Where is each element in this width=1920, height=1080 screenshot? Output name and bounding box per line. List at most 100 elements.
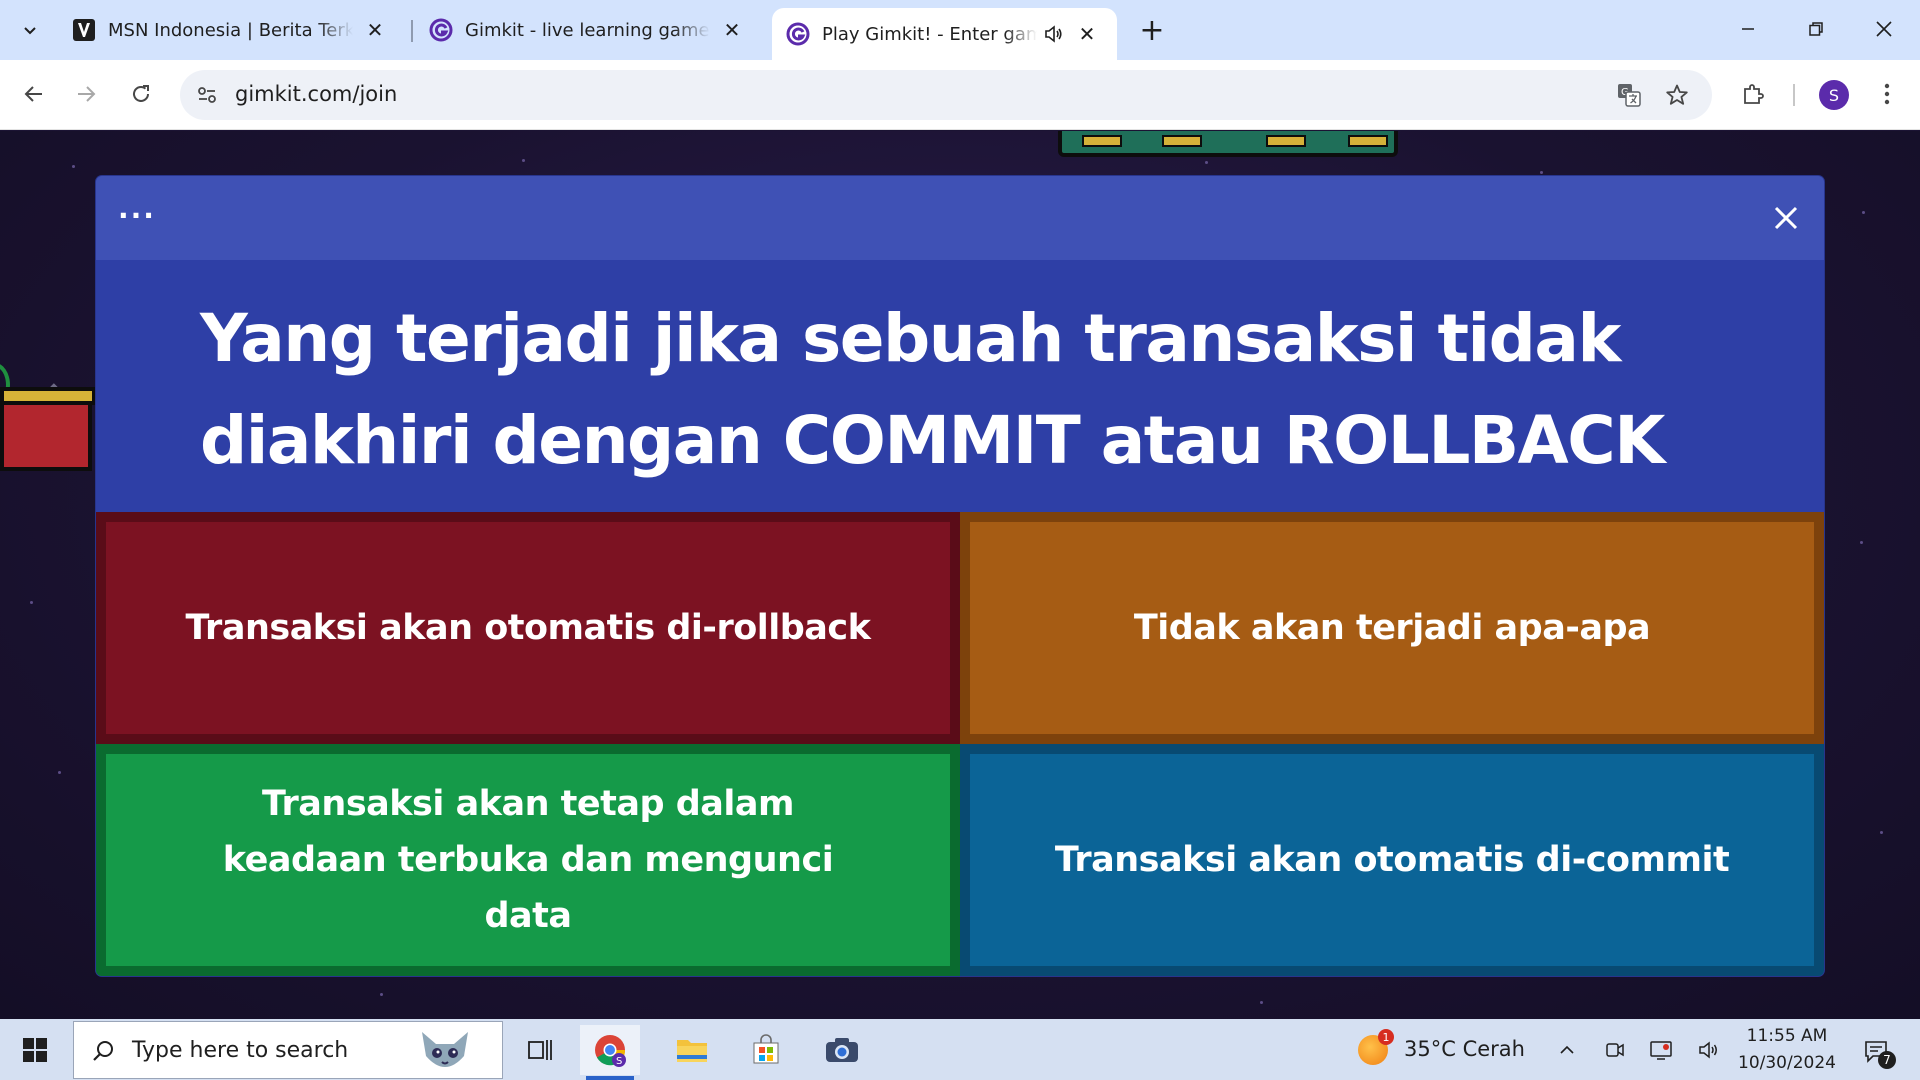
window-close-button[interactable] [1854,6,1914,52]
browser-menu-button[interactable] [1867,74,1907,114]
show-hidden-icons-button[interactable] [1550,1033,1584,1067]
task-view-icon [528,1040,552,1060]
answer-option-3[interactable]: Transaksi akan tetap dalam keadaan terbu… [96,744,960,976]
reload-icon [133,85,149,102]
minimize-icon [1742,28,1754,30]
answer-label: Transaksi akan otomatis di-rollback [185,608,871,648]
speaker-icon[interactable] [1041,22,1065,46]
weather-badge: 1 [1378,1029,1394,1045]
windows-logo-icon [23,1037,47,1062]
background-star [380,993,383,996]
camera-icon [826,1038,858,1062]
clock-date: 10/30/2024 [1738,1053,1836,1073]
platform-slot [1348,135,1388,147]
microsoft-store-icon [753,1034,779,1064]
background-platform [1058,131,1398,157]
search-icon [88,1036,118,1066]
question-card-header: ... [96,176,1824,260]
taskbar-chrome[interactable]: S [580,1025,640,1080]
restore-icon [1809,22,1823,36]
taskbar-search-box[interactable]: Type here to search [73,1021,503,1079]
browser-toolbar: gimkit.com/join G S [0,60,1920,130]
reload-button[interactable] [121,74,161,114]
address-bar[interactable]: gimkit.com/join G [180,70,1712,120]
close-icon [1876,21,1892,37]
tab-close-icon[interactable]: ✕ [720,18,744,42]
more-options-button[interactable]: ... [118,192,156,225]
background-star [1880,831,1883,834]
task-view-button[interactable] [510,1025,570,1075]
restore-button[interactable] [1786,6,1846,52]
gimkit-icon [786,22,810,46]
background-star [522,159,525,162]
site-info-icon[interactable] [192,80,222,110]
back-button[interactable] [14,74,54,114]
browser-tabstrip: MSN Indonesia | Berita Terkini Hari Ini … [0,0,1920,60]
bookmark-star-icon[interactable] [1662,80,1692,110]
notification-center-button[interactable]: 7 [1856,1031,1896,1071]
tab-gimkit[interactable]: Gimkit - live learning game show ✕ [415,8,758,52]
tab-play-gimkit[interactable]: Play Gimkit! - Enter game code ✕ [772,8,1117,60]
close-icon [1774,206,1798,230]
start-button[interactable] [0,1019,70,1080]
answer-option-1[interactable]: Transaksi akan otomatis di-rollback [96,512,960,744]
profile-avatar[interactable]: S [1819,80,1849,110]
taskbar-microsoft-store[interactable] [736,1025,796,1075]
background-star [58,771,61,774]
background-star [1540,171,1543,174]
tab-title: MSN Indonesia | Berita Terkini Hari Ini [108,19,353,41]
windows-taskbar: Type here to search S 1 35°C Cerah 11:55… [0,1019,1920,1080]
new-tab-button[interactable]: + [1135,12,1169,48]
tab-separator [411,20,413,42]
tab-close-icon[interactable]: ✕ [363,18,387,42]
clock-time: 11:55 AM [1746,1026,1828,1046]
tab-close-icon[interactable]: ✕ [1075,22,1099,46]
game-page: → ... Yang terjadi jika sebuah transaksi… [0,131,1920,1019]
answer-label: Tidak akan terjadi apa-apa [1133,608,1651,648]
answer-label: Transaksi akan otomatis di-commit [1054,840,1730,880]
minimize-button[interactable] [1718,6,1778,52]
msn-icon [72,18,96,42]
tab-msn[interactable]: MSN Indonesia | Berita Terkini Hari Ini … [58,8,401,52]
answer-label: Transaksi akan tetap dalam keadaan terbu… [222,784,834,936]
search-highlight-image [414,1026,476,1076]
extensions-button[interactable] [1733,74,1773,114]
puzzle-icon [1744,84,1764,104]
background-star [1862,211,1865,214]
taskbar-file-explorer[interactable] [662,1025,722,1075]
tab-title: Play Gimkit! - Enter game code [822,23,1037,45]
platform-slot [1162,135,1202,147]
close-question-button[interactable] [1766,198,1806,238]
forward-button[interactable] [66,74,106,114]
network-button[interactable] [1644,1033,1678,1067]
gimkit-icon [429,18,453,42]
svg-text:S: S [616,1056,622,1067]
speaker-icon [1699,1041,1717,1059]
chevron-down-icon [24,27,36,35]
weather-temperature: 35°C [1404,1037,1456,1061]
background-brick-platform: → [0,363,96,481]
tab-search-button[interactable] [12,12,48,48]
background-star [1860,541,1863,544]
answer-grid: Transaksi akan otomatis di-rollback Tida… [96,512,1824,976]
arrow-right-icon [78,86,96,102]
arrow-left-icon [24,86,42,102]
chrome-icon: S [595,1035,626,1067]
file-explorer-icon [677,1040,707,1062]
weather-widget[interactable]: 1 35°C Cerah [1358,1029,1538,1067]
translate-icon[interactable]: G [1614,80,1644,110]
answer-option-2[interactable]: Tidak akan terjadi apa-apa [960,512,1824,744]
chevron-up-icon [1560,1045,1574,1054]
meet-now-button[interactable] [1598,1033,1632,1067]
taskbar-camera[interactable] [812,1025,872,1075]
search-placeholder: Type here to search [132,1038,349,1063]
volume-button[interactable] [1692,1033,1726,1067]
more-vertical-icon [1884,83,1890,105]
background-star [1260,1001,1263,1004]
system-clock[interactable]: 11:55 AM 10/30/2024 [1722,1023,1852,1077]
url-text[interactable]: gimkit.com/join [235,82,397,106]
background-star [30,601,33,604]
background-star [72,165,75,168]
platform-slot [1266,135,1306,147]
answer-option-4[interactable]: Transaksi akan otomatis di-commit [960,744,1824,976]
